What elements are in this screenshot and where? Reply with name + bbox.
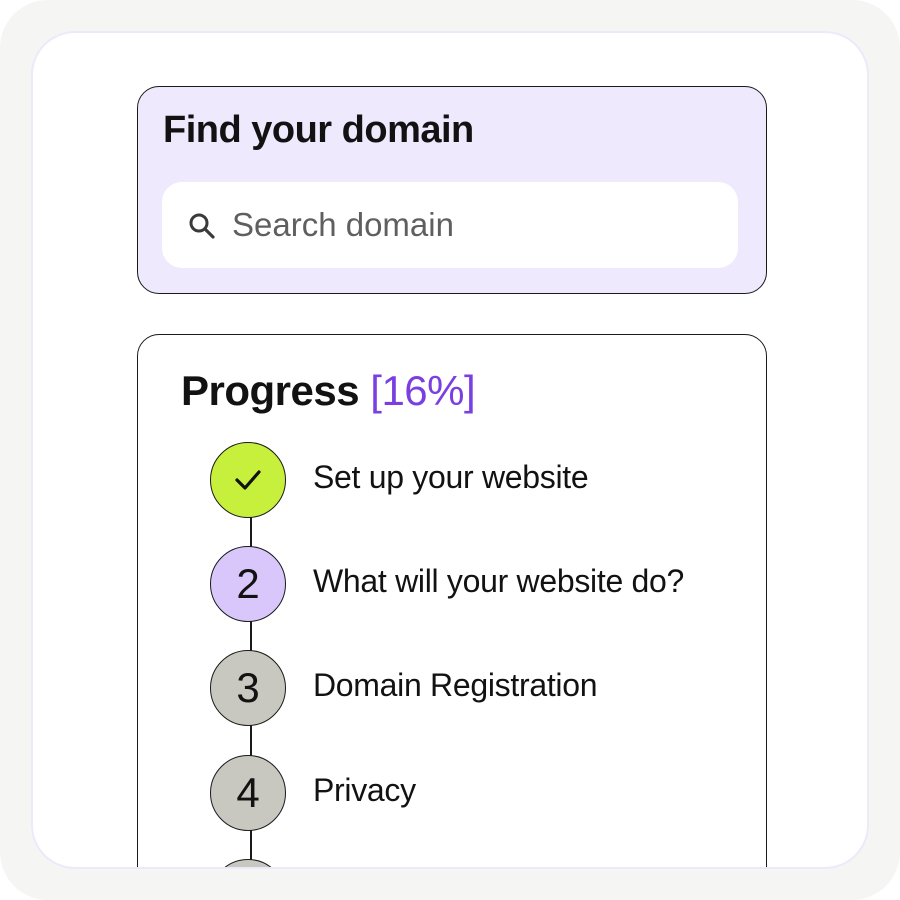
outer-frame: Find your domain Progress [16%] Set up y…: [0, 0, 900, 900]
step-domain-registration[interactable]: 3 Domain Registration: [210, 650, 750, 730]
progress-label: Progress: [181, 367, 360, 414]
progress-close-bracket: ]: [464, 367, 476, 414]
step-next-partial[interactable]: [210, 859, 750, 867]
search-box[interactable]: [162, 182, 738, 268]
step-complete-circle: [210, 442, 286, 518]
step-number-circle: 3: [210, 650, 286, 726]
progress-open-bracket: [: [370, 367, 382, 414]
step-set-up-website[interactable]: Set up your website: [210, 442, 750, 522]
step-label: Privacy: [313, 772, 416, 808]
step-label: What will your website do?: [313, 563, 685, 599]
search-icon: [189, 213, 215, 239]
domain-search-card: Find your domain: [137, 86, 767, 294]
step-number-circle: 4: [210, 755, 286, 831]
app-panel: Find your domain Progress [16%] Set up y…: [31, 31, 869, 869]
step-label: Domain Registration: [313, 667, 598, 703]
step-number-circle: 2: [210, 546, 286, 622]
search-domain-input[interactable]: [232, 202, 712, 248]
domain-search-title: Find your domain: [163, 109, 474, 151]
check-icon: [235, 470, 261, 490]
progress-percent: 16%: [381, 367, 464, 414]
step-privacy[interactable]: 4 Privacy: [210, 755, 750, 835]
progress-card: Progress [16%] Set up your website 2 Wha…: [137, 334, 767, 867]
progress-heading: Progress [16%]: [181, 367, 476, 415]
step-number-circle: [210, 859, 286, 867]
step-label: Set up your website: [313, 459, 589, 495]
step-what-will-website-do[interactable]: 2 What will your website do?: [210, 546, 750, 626]
